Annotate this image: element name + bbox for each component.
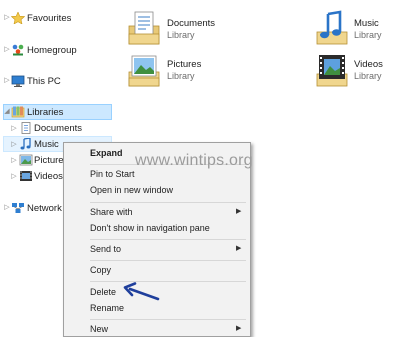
submenu-arrow-icon: ▶	[236, 245, 242, 252]
submenu-arrow-icon: ▶	[236, 208, 242, 215]
watermark: www.wintips.org	[135, 152, 253, 169]
context-menu: Expand Pin to Start Open in new window S…	[63, 142, 251, 337]
chevron-right-icon[interactable]: ▷	[3, 45, 11, 55]
menu-separator	[90, 239, 246, 240]
tile-type: Library	[354, 71, 382, 81]
menu-item-share-with[interactable]: Share with	[90, 207, 133, 217]
submenu-arrow-icon: ▶	[236, 325, 242, 332]
menu-item-new[interactable]: New	[90, 324, 108, 334]
tile-type: Library	[167, 71, 195, 81]
chevron-right-icon[interactable]: ▷	[3, 13, 11, 23]
videos-icon	[20, 171, 32, 181]
music-note-icon	[20, 138, 31, 150]
pictures-icon	[19, 154, 33, 166]
nav-label: This PC	[27, 76, 61, 87]
network-icon	[12, 203, 24, 213]
menu-item-copy[interactable]: Copy	[90, 265, 111, 275]
nav-label: Favourites	[27, 13, 72, 24]
menu-item-dont-show-in-navigation-pane[interactable]: Don't show in navigation pane	[90, 223, 210, 233]
chevron-right-icon[interactable]: ▷	[10, 172, 18, 182]
nav-label: Libraries	[27, 107, 64, 118]
nav-label: Music	[34, 139, 59, 150]
menu-item-delete[interactable]: Delete	[90, 287, 116, 297]
menu-separator	[90, 260, 246, 261]
menu-item-expand[interactable]: Expand	[90, 148, 123, 158]
chevron-down-icon[interactable]: ◢	[3, 107, 11, 117]
documents-library-icon	[128, 11, 160, 45]
menu-item-send-to[interactable]: Send to	[90, 244, 121, 254]
chevron-right-icon[interactable]: ▷	[3, 203, 11, 213]
homegroup-icon	[12, 44, 24, 56]
nav-label: Network	[27, 203, 62, 214]
videos-library-icon	[316, 55, 348, 87]
menu-item-pin-to-start[interactable]: Pin to Start	[90, 169, 135, 179]
chevron-right-icon[interactable]: ▷	[3, 76, 11, 86]
star-icon	[11, 12, 25, 24]
tile-name: Videos	[354, 59, 383, 70]
chevron-right-icon[interactable]: ▷	[10, 156, 18, 166]
menu-separator	[90, 202, 246, 203]
annotation-arrow-icon	[123, 282, 160, 301]
tile-type: Library	[354, 30, 382, 40]
menu-separator	[90, 281, 246, 282]
menu-item-open-in-new-window[interactable]: Open in new window	[90, 185, 173, 195]
tile-name: Pictures	[167, 59, 202, 70]
pictures-library-icon	[128, 55, 160, 87]
documents-icon	[21, 122, 31, 134]
chevron-right-icon[interactable]: ▷	[10, 124, 18, 134]
nav-label: Documents	[34, 123, 83, 134]
libraries-icon	[11, 106, 25, 118]
music-library-icon	[316, 10, 348, 45]
tile-name: Music	[354, 18, 379, 29]
nav-label: Videos	[34, 171, 63, 182]
nav-label: Homegroup	[27, 45, 77, 56]
tile-name: Documents	[167, 18, 216, 29]
menu-separator	[90, 319, 246, 320]
tile-type: Library	[167, 30, 195, 40]
computer-icon	[11, 75, 25, 87]
menu-item-rename[interactable]: Rename	[90, 303, 124, 313]
chevron-right-icon[interactable]: ▷	[10, 140, 18, 150]
